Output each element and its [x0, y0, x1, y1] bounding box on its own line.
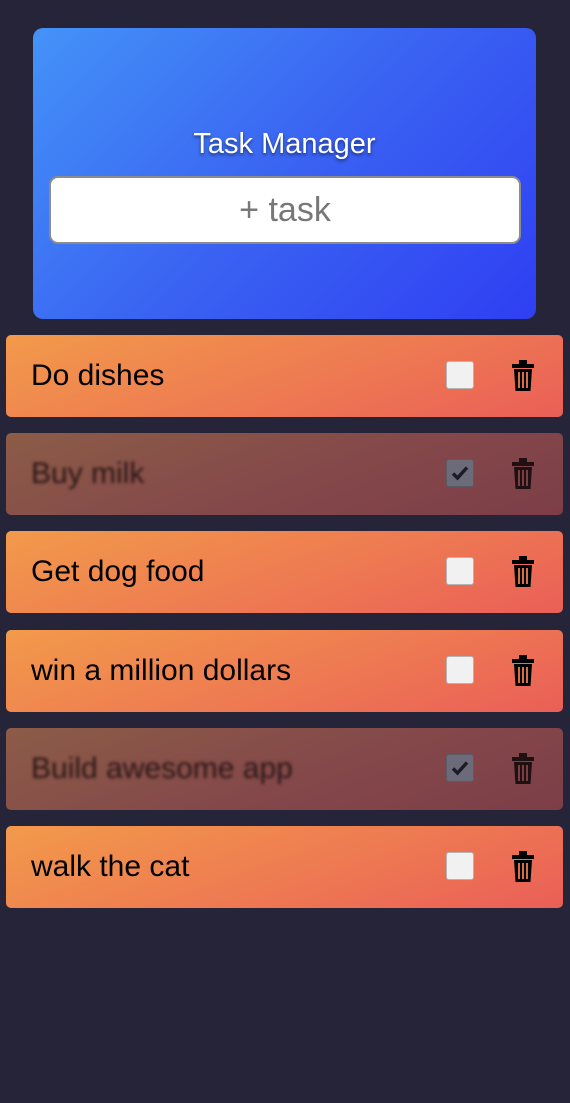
trash-icon[interactable]: [510, 555, 536, 589]
checkmark-icon: [451, 466, 469, 481]
task-label: Do dishes: [31, 359, 165, 392]
task-item: Get dog food: [6, 531, 563, 613]
task-done-checkbox[interactable]: [446, 459, 474, 487]
task-manager-header: Task Manager: [33, 28, 536, 319]
task-label: win a million dollars: [31, 654, 292, 687]
task-done-checkbox[interactable]: [446, 754, 474, 782]
new-task-input[interactable]: [49, 176, 521, 244]
trash-icon[interactable]: [510, 752, 536, 786]
task-item: Buy milk: [6, 433, 563, 515]
trash-icon[interactable]: [510, 359, 536, 393]
task-done-checkbox[interactable]: [446, 557, 474, 585]
task-label: Build awesome app: [31, 752, 293, 785]
task-label: Get dog food: [31, 555, 205, 588]
task-item: Do dishes: [6, 335, 563, 417]
task-done-checkbox[interactable]: [446, 656, 474, 684]
trash-icon[interactable]: [510, 850, 536, 884]
page-title: Task Manager: [193, 128, 376, 160]
checkmark-icon: [451, 761, 469, 776]
task-label: walk the cat: [31, 850, 190, 883]
task-item: walk the cat: [6, 826, 563, 908]
trash-icon[interactable]: [510, 457, 536, 491]
task-item: win a million dollars: [6, 630, 563, 712]
task-done-checkbox[interactable]: [446, 852, 474, 880]
trash-icon[interactable]: [510, 654, 536, 688]
task-label: Buy milk: [31, 457, 145, 490]
task-done-checkbox[interactable]: [446, 361, 474, 389]
task-item: Build awesome app: [6, 728, 563, 810]
